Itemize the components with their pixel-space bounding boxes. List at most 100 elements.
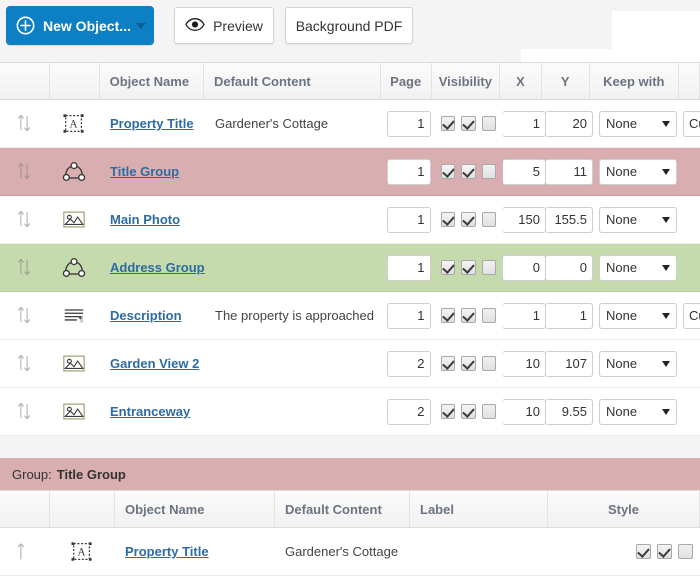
- y-input[interactable]: [545, 398, 593, 425]
- visibility-checkbox-1[interactable]: [441, 260, 456, 275]
- row-reorder-handle[interactable]: [0, 340, 50, 387]
- gcol-header-object-name[interactable]: Object Name: [115, 491, 275, 527]
- visibility-checkbox-1[interactable]: [441, 212, 456, 227]
- x-input[interactable]: [503, 158, 545, 185]
- col-header-page[interactable]: Page: [381, 63, 432, 99]
- page-input[interactable]: [386, 302, 431, 329]
- object-name-link[interactable]: Garden View 2: [110, 356, 199, 371]
- visibility-checkbox-2[interactable]: [461, 308, 476, 323]
- visibility-checkbox-1[interactable]: [636, 544, 651, 559]
- reorder-updown-icon[interactable]: [16, 401, 34, 423]
- object-name-link[interactable]: Address Group: [110, 260, 205, 275]
- x-input[interactable]: [503, 206, 545, 233]
- visibility-checkbox-3[interactable]: [481, 212, 496, 227]
- row-reorder-handle[interactable]: [0, 196, 50, 243]
- reorder-up-icon[interactable]: [16, 541, 34, 563]
- group-row-reorder-handle[interactable]: [0, 528, 50, 575]
- keep-with-select[interactable]: None: [599, 302, 677, 329]
- visibility-checkbox-2[interactable]: [461, 116, 476, 131]
- preview-button[interactable]: Preview: [174, 7, 274, 44]
- object-name-link[interactable]: Entranceway: [110, 404, 190, 419]
- reorder-updown-icon[interactable]: [16, 257, 34, 279]
- x-input[interactable]: [503, 302, 545, 329]
- object-name-link[interactable]: Property Title: [110, 116, 194, 131]
- y-input[interactable]: [545, 254, 593, 281]
- visibility-checkbox-3[interactable]: [481, 164, 496, 179]
- table-row[interactable]: Address Group None: [0, 244, 700, 292]
- x-input[interactable]: [503, 398, 545, 425]
- visibility-checkbox-1[interactable]: [441, 116, 456, 131]
- table-row[interactable]: Title Group None: [0, 148, 700, 196]
- table-row[interactable]: Main Photo None: [0, 196, 700, 244]
- table-row[interactable]: Garden View 2 None: [0, 340, 700, 388]
- row-reorder-handle[interactable]: [0, 244, 50, 291]
- visibility-checkbox-3[interactable]: [481, 404, 496, 419]
- page-input[interactable]: [386, 350, 431, 377]
- cut-input[interactable]: Cu: [683, 110, 700, 137]
- group-table-row[interactable]: A Property Title Gardener's Cottage: [0, 528, 700, 576]
- object-name-link[interactable]: Description: [110, 308, 182, 323]
- reorder-updown-icon[interactable]: [16, 161, 34, 183]
- visibility-checkbox-3[interactable]: [481, 308, 496, 323]
- x-input[interactable]: [503, 110, 545, 137]
- visibility-checkbox-1[interactable]: [441, 404, 456, 419]
- visibility-checkbox-1[interactable]: [441, 164, 456, 179]
- background-pdf-button[interactable]: Background PDF: [285, 7, 413, 44]
- table-row[interactable]: ¶ Description The property is approached…: [0, 292, 700, 340]
- y-input[interactable]: [545, 206, 593, 233]
- page-input[interactable]: [386, 206, 431, 233]
- object-name-link[interactable]: Main Photo: [110, 212, 180, 227]
- object-name-link[interactable]: Title Group: [110, 164, 179, 179]
- visibility-checkbox-2[interactable]: [461, 356, 476, 371]
- x-input[interactable]: [503, 254, 545, 281]
- visibility-checkbox-2[interactable]: [461, 212, 476, 227]
- keep-with-select[interactable]: None: [599, 398, 677, 425]
- reorder-updown-icon[interactable]: [16, 353, 34, 375]
- visibility-checkbox-3[interactable]: [481, 356, 496, 371]
- table-row[interactable]: A Property Title Gardener's Cottage 1 1 …: [0, 100, 700, 148]
- gcol-header-style[interactable]: Style: [548, 491, 700, 527]
- page-input[interactable]: [386, 254, 431, 281]
- reorder-updown-icon[interactable]: [16, 305, 34, 327]
- page-input[interactable]: [386, 110, 431, 137]
- keep-with-select[interactable]: None: [599, 110, 677, 137]
- page-input[interactable]: [386, 398, 431, 425]
- col-header-keep-with[interactable]: Keep with: [590, 63, 680, 99]
- y-input[interactable]: [545, 350, 593, 377]
- visibility-checkbox-2[interactable]: [461, 164, 476, 179]
- keep-with-select[interactable]: None: [599, 158, 677, 185]
- x-input[interactable]: [503, 350, 545, 377]
- visibility-checkbox-2[interactable]: [461, 404, 476, 419]
- row-reorder-handle[interactable]: [0, 100, 50, 147]
- visibility-checkbox-1[interactable]: [441, 308, 456, 323]
- keep-with-select[interactable]: None: [599, 254, 677, 281]
- row-reorder-handle[interactable]: [0, 388, 50, 435]
- table-row[interactable]: Entranceway None: [0, 388, 700, 436]
- keep-with-select[interactable]: None: [599, 350, 677, 377]
- visibility-checkbox-2[interactable]: [461, 260, 476, 275]
- col-header-visibility[interactable]: Visibility: [432, 63, 501, 99]
- col-header-object-name[interactable]: Object Name: [100, 63, 204, 99]
- row-reorder-handle[interactable]: [0, 292, 50, 339]
- visibility-checkbox-3[interactable]: [481, 260, 496, 275]
- gcol-header-default-content[interactable]: Default Content: [275, 491, 410, 527]
- keep-with-select[interactable]: None: [599, 206, 677, 233]
- col-header-y[interactable]: Y: [542, 63, 590, 99]
- cut-input[interactable]: Cu: [683, 302, 700, 329]
- gcol-header-label[interactable]: Label: [410, 491, 548, 527]
- col-header-x[interactable]: X: [500, 63, 542, 99]
- y-input[interactable]: [545, 110, 593, 137]
- new-object-button[interactable]: New Object...: [6, 6, 154, 45]
- col-header-default-content[interactable]: Default Content: [204, 63, 381, 99]
- page-input[interactable]: [386, 158, 431, 185]
- y-input[interactable]: [545, 302, 593, 329]
- reorder-updown-icon[interactable]: [16, 209, 34, 231]
- y-input[interactable]: [545, 158, 593, 185]
- visibility-checkbox-3[interactable]: [678, 544, 693, 559]
- reorder-updown-icon[interactable]: [16, 113, 34, 135]
- visibility-checkbox-3[interactable]: [481, 116, 496, 131]
- visibility-checkbox-1[interactable]: [441, 356, 456, 371]
- group-object-name-link[interactable]: Property Title: [125, 544, 209, 559]
- visibility-checkbox-2[interactable]: [657, 544, 672, 559]
- row-reorder-handle[interactable]: [0, 148, 50, 195]
